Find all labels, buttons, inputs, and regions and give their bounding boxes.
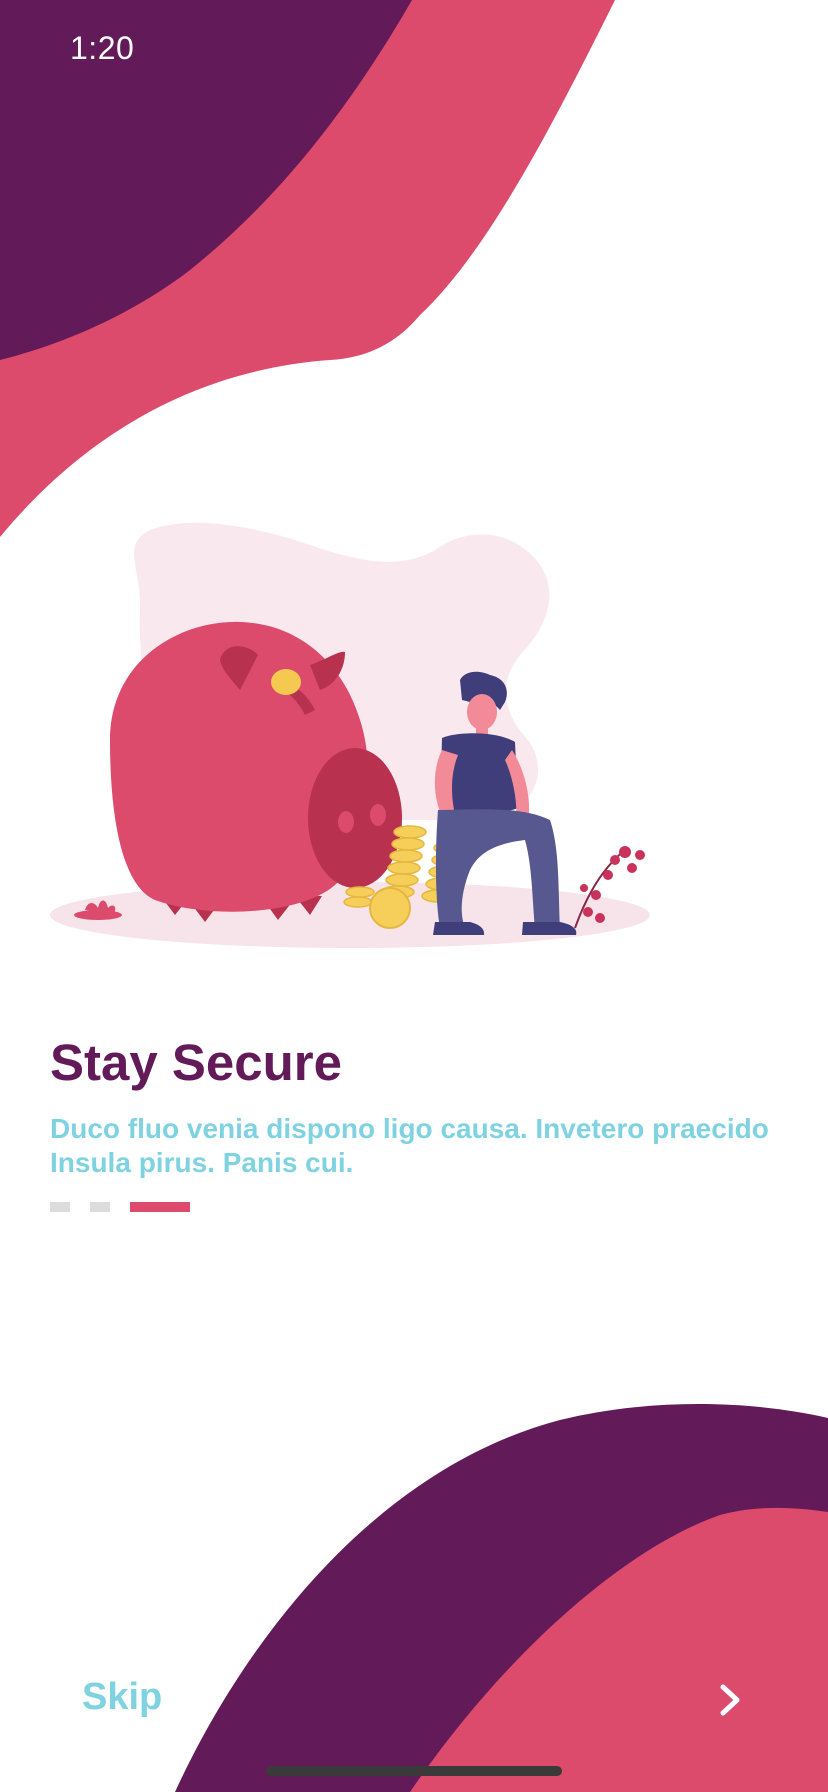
status-bar-time: 1:20 bbox=[70, 30, 135, 66]
onboarding-title: Stay Secure bbox=[50, 1034, 343, 1091]
chevron-right-icon bbox=[720, 1684, 740, 1716]
page-indicator bbox=[50, 1202, 190, 1212]
skip-button[interactable]: Skip bbox=[82, 1676, 162, 1719]
page-indicator-dot-3-active bbox=[130, 1202, 190, 1212]
piggy-bank-illustration bbox=[50, 522, 650, 948]
onboarding-description: Duco fluo venia dispono ligo causa. Inve… bbox=[50, 1113, 769, 1178]
page-indicator-dot-1 bbox=[50, 1202, 70, 1212]
next-button[interactable] bbox=[700, 1672, 760, 1728]
page-indicator-dot-2 bbox=[90, 1202, 110, 1212]
home-indicator bbox=[266, 1766, 562, 1776]
